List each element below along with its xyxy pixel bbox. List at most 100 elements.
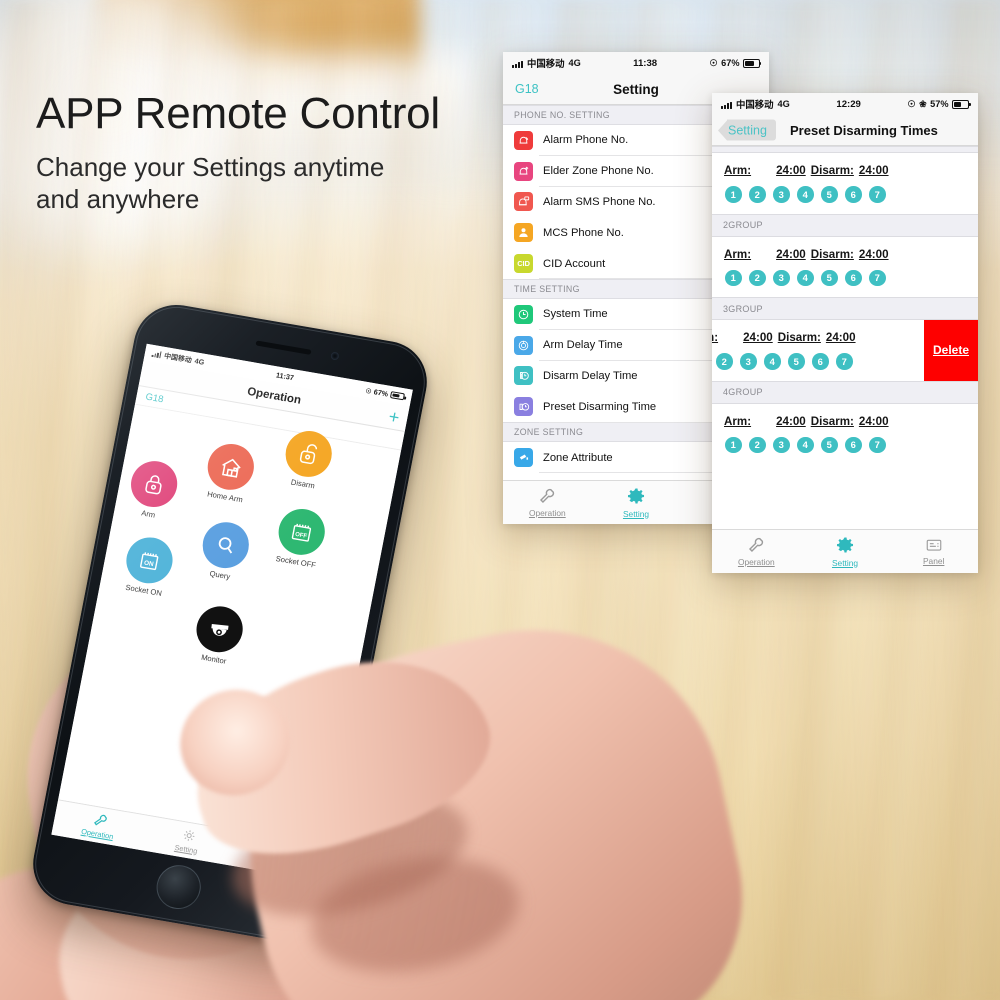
tab-setting[interactable]: Setting [592,481,681,524]
arm-label: Arm: [724,414,752,428]
weekday-dot[interactable]: 2 [749,269,766,286]
preset-disarm-icon [514,397,533,417]
preset-title: Preset Disarming Times [790,122,938,138]
group-times-row: Arm: 24:00 Disarm: 24:00 [712,331,945,344]
disarm-time-value[interactable]: 24:00 [859,415,889,428]
weekday-dot[interactable]: 6 [845,436,862,453]
disarm-time-value[interactable]: 24:00 [859,248,889,261]
group-header-2: 2GROUP [712,213,978,237]
setting-title: Setting [613,81,659,97]
operation-button-socket-on[interactable]: ON Socket ON [115,533,181,599]
location-icon: ☉ [709,57,718,68]
group-body-2[interactable]: Arm: 24:00 Disarm: 24:00 1 2 3 4 5 6 7 [712,236,978,297]
wrench-icon [749,537,764,553]
bluetooth-icon: ❀ [919,98,927,109]
setting-row-label: CID Account [543,257,606,270]
weekday-dot[interactable]: 3 [773,436,790,453]
tab-panel[interactable]: Panel [889,530,978,573]
signal-bars-icon [721,100,732,109]
weekday-dot[interactable]: 5 [788,353,805,370]
tab-operation[interactable]: Operation [503,481,592,524]
back-button-label: Setting [727,119,776,141]
weekday-dot[interactable]: 7 [869,269,886,286]
house-icon [203,440,258,494]
disarm-time-value[interactable]: 24:00 [859,164,889,177]
weekday-dot[interactable]: 1 [725,269,742,286]
delete-button-label: Delete [932,343,970,358]
location-icon: ☉ [907,98,916,109]
weekday-dot[interactable]: 2 [749,436,766,453]
delete-button[interactable]: Delete [924,320,978,381]
weekday-dot[interactable]: 1 [725,186,742,203]
battery-icon [742,58,762,68]
weekday-dot[interactable]: 4 [764,353,781,370]
weekday-dot[interactable]: 6 [845,269,862,286]
preset-nav-bar: Setting Preset Disarming Times [712,115,978,146]
weekday-dot[interactable]: 1 [725,436,742,453]
back-button[interactable]: Setting [718,119,776,141]
group-body-1[interactable]: Arm: 24:00 Disarm: 24:00 1 2 3 4 5 6 7 [712,153,978,214]
clock-label: 11:38 [633,57,658,69]
weekday-dot[interactable]: 3 [773,186,790,203]
disarm-time-value[interactable]: 24:00 [826,331,856,344]
add-device-button[interactable]: + [387,406,401,427]
weekday-selector: 1 2 3 4 5 6 7 [712,186,978,203]
weekday-dot[interactable]: 4 [797,186,814,203]
tab-setting[interactable]: Setting [801,530,890,573]
tab-label: Operation [737,557,775,567]
tab-label: Setting [622,508,650,519]
group-body-4[interactable]: Arm: 24:00 Disarm: 24:00 1 2 3 4 5 6 7 [712,403,978,464]
operation-button-home-arm[interactable]: Home Arm [197,440,263,506]
weekday-dot[interactable]: 7 [869,186,886,203]
weekday-dot[interactable]: 2 [749,186,766,203]
operation-label: Home Arm [206,489,244,505]
wrench-icon [93,814,107,825]
arm-time-value[interactable]: 24:00 [776,164,806,177]
group-header-4: 4GROUP [712,380,978,404]
weekday-dot[interactable]: 6 [812,353,829,370]
setting-row-label: System Time [543,308,608,321]
battery-percent-label: 57% [930,99,949,109]
signal-bars-icon [512,59,523,68]
tab-label: Operation [80,826,115,841]
operation-label: Arm [140,508,157,520]
weekday-dot[interactable]: 3 [740,353,757,370]
weekday-dot[interactable]: 5 [821,186,838,203]
arm-time-value[interactable]: 24:00 [776,248,806,261]
tab-operation[interactable]: Operation [712,530,801,573]
socket-on-icon: ON [122,533,177,587]
weekday-dot[interactable]: 7 [836,353,853,370]
page-title: APP Remote Control [36,89,441,138]
cid-icon: CID [514,254,533,274]
arm-time-value[interactable]: 24:00 [743,331,773,344]
zone-attribute-icon [514,448,533,468]
weekday-selector: 1 2 3 4 5 6 7 [712,436,978,453]
weekday-dot[interactable]: 4 [797,269,814,286]
chevron-left-icon [718,120,727,140]
battery-icon [389,391,406,401]
setting-row-label: MCS Phone No. [543,226,624,239]
screenshot-card-preset-disarming: 中国移动 4G 12:29 ☉ ❀ 57% Setting Preset Dis… [712,93,978,573]
device-id-button[interactable]: G18 [515,82,539,96]
arm-time-value[interactable]: 24:00 [776,415,806,428]
setting-row-label: Zone Attribute [543,451,613,464]
group-times-row: Arm: 24:00 Disarm: 24:00 [712,415,978,428]
weekday-dot[interactable]: 6 [845,186,862,203]
tab-label: Setting [831,557,859,568]
operation-button-disarm[interactable]: Disarm [274,427,340,493]
weekday-dot[interactable]: 2 [716,353,733,370]
weekday-dot[interactable]: 7 [869,436,886,453]
weekday-dot[interactable]: 4 [797,436,814,453]
signal-bars-icon [151,350,162,359]
carrier-label: 中国移动 [736,99,774,110]
disarm-label: Disarm: [810,164,854,177]
operation-button-arm[interactable]: Arm [120,457,186,523]
group-times-row: Arm: 24:00 Disarm: 24:00 [712,164,978,177]
weekday-dot[interactable]: 5 [821,436,838,453]
group-body-3[interactable]: Arm: 24:00 Disarm: 24:00 1 2 3 4 5 6 7 D… [712,320,978,381]
marketing-text-block: APP Remote Control Change your Settings … [36,89,441,216]
carrier-label: 中国移动 [163,352,193,365]
disarm-label: Disarm: [810,414,854,428]
weekday-dot[interactable]: 5 [821,269,838,286]
weekday-dot[interactable]: 3 [773,269,790,286]
